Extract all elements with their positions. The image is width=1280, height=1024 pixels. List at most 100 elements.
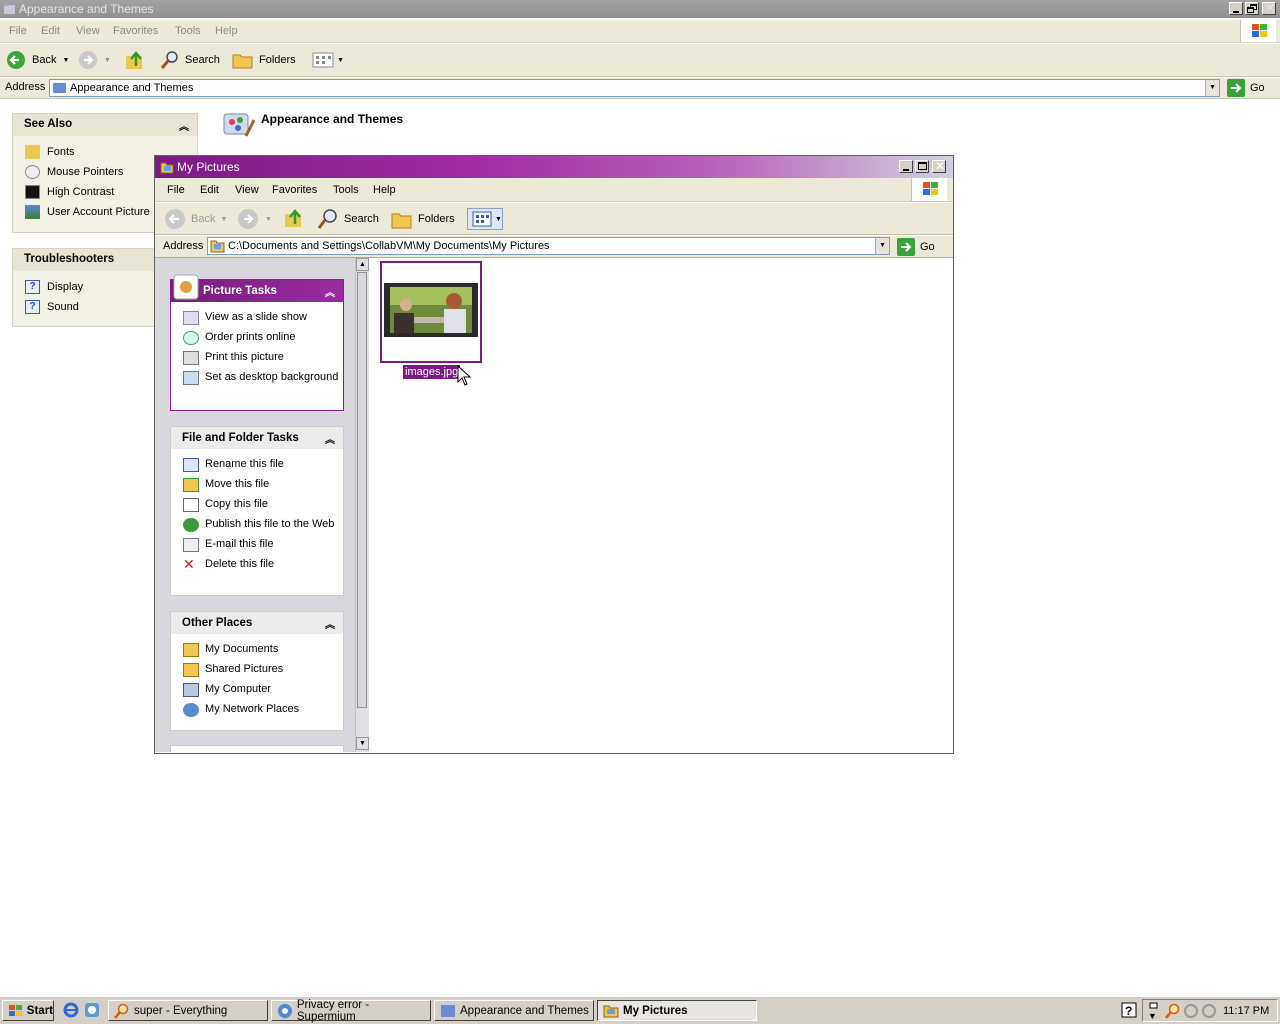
collapse-chevron-icon[interactable]: ︽ [179,118,189,133]
task-print-picture[interactable]: Print this picture [171,351,343,365]
task-view-slide-show[interactable]: View as a slide show [171,311,343,325]
minimize-button[interactable] [899,160,913,173]
task-rename-file[interactable]: Rename this file [171,458,343,472]
menu-help[interactable]: Help [215,25,238,37]
forward-button[interactable]: ▼ [237,208,272,230]
task-set-desktop-background[interactable]: Set as desktop background [171,371,343,385]
task-copy-file[interactable]: Copy this file [171,498,343,512]
menu-file[interactable]: File [9,25,27,37]
see-also-header[interactable]: See Also ︽ [13,114,197,136]
menu-tools[interactable]: Tools [333,184,359,196]
clock[interactable]: 11:17 PM [1223,1005,1269,1017]
system-tray: ▼ 11:17 PM [1142,999,1278,1022]
search-tray-icon[interactable] [1165,1003,1181,1019]
help-icon[interactable]: ? [1121,1002,1137,1018]
menu-help[interactable]: Help [373,184,396,196]
start-button[interactable]: Start [2,1000,54,1021]
search-button[interactable]: Search [317,208,379,230]
place-my-network-places[interactable]: My Network Places [171,703,343,717]
views-button[interactable]: ▼ [312,52,344,68]
scroll-thumb[interactable] [357,272,367,708]
address-dropdown-button[interactable]: ▼ [1205,80,1219,96]
close-button[interactable]: ✕ [932,159,946,173]
collapse-chevron-icon[interactable]: ︽ [325,431,335,446]
address-label: Address [5,81,46,93]
slideshow-icon [183,311,199,325]
place-my-documents[interactable]: My Documents [171,643,343,657]
task-order-prints-online[interactable]: Order prints online [171,331,343,345]
internet-explorer-icon[interactable] [63,1002,79,1018]
collapse-chevron-icon[interactable]: ︽ [325,284,335,299]
copy-icon [183,498,199,512]
go-button[interactable]: Go [897,238,935,256]
quick-launch-icon[interactable] [84,1002,100,1018]
security-tray-icon[interactable] [1183,1003,1199,1019]
taskbar-supermium[interactable]: Privacy error - Supermium [271,999,431,1023]
back-window-toolbar: Back ▼ ▼ Search Folders ▼ [0,44,1280,77]
menu-favorites[interactable]: Favorites [272,184,317,196]
folder-icon [4,3,15,14]
taskbar-everything[interactable]: super - Everything [108,1000,268,1021]
address-dropdown-button[interactable]: ▼ [875,238,889,254]
update-tray-icon[interactable] [1201,1003,1217,1019]
collapse-chevron-icon[interactable]: ︽ [325,616,335,631]
go-button[interactable]: Go [1227,79,1265,97]
menu-view[interactable]: View [76,25,100,37]
rename-icon [183,458,199,472]
maximize-button[interactable] [915,160,929,173]
my-pictures-folder-icon [160,162,174,174]
restore-button[interactable] [1245,2,1259,15]
task-publish-file-web[interactable]: Publish this file to the Web [171,518,343,532]
task-pane-scrollbar[interactable]: ▲ ▼ [355,258,369,752]
search-button[interactable]: Search [160,50,220,70]
place-shared-pictures[interactable]: Shared Pictures [171,663,343,677]
task-email-file[interactable]: E-mail this file [171,538,343,552]
menu-edit[interactable]: Edit [200,184,219,196]
mouse-cursor-icon [457,365,471,386]
up-folder-icon[interactable] [124,49,146,71]
folders-button[interactable]: Folders [232,50,296,70]
menu-tools[interactable]: Tools [175,25,201,37]
search-icon [317,209,337,229]
fonts-folder-icon [25,145,40,159]
my-pictures-titlebar[interactable]: My Pictures ✕ [155,156,953,178]
network-tray-icon[interactable]: ▼ [1147,1002,1159,1020]
task-move-file[interactable]: Move this file [171,478,343,492]
back-button[interactable]: Back ▼ [164,208,227,230]
my-pictures-menubar: File Edit View Favorites Tools Help [155,178,953,202]
order-prints-icon [183,331,199,345]
task-delete-file[interactable]: ✕ Delete this file [171,556,343,572]
address-input[interactable]: C:\Documents and Settings\CollabVM\My Do… [207,237,890,255]
details-panel [170,745,344,752]
desktop-icon [183,371,199,385]
file-folder-tasks-header[interactable]: File and Folder Tasks ︽ [171,427,343,449]
taskbar-appearance-themes[interactable]: Appearance and Themes [434,1000,594,1021]
other-places-panel: Other Places ︽ My Documents Shared Pictur… [170,611,344,731]
scroll-up-button[interactable]: ▲ [356,258,369,271]
scroll-down-button[interactable]: ▼ [356,737,369,750]
taskbar-my-pictures[interactable]: My Pictures [597,1000,757,1021]
category-heading: Appearance and Themes [261,112,404,126]
delete-icon: ✕ [183,556,195,572]
email-icon [183,538,199,552]
menu-edit[interactable]: Edit [41,25,60,37]
help-icon: ? [25,300,40,314]
minimize-button[interactable] [1229,2,1243,15]
close-button[interactable]: ✕ [1262,1,1276,15]
search-icon [160,51,178,69]
menu-view[interactable]: View [235,184,259,196]
folders-button[interactable]: Folders [391,208,455,230]
other-places-header[interactable]: Other Places ︽ [171,612,343,634]
menu-file[interactable]: File [167,184,185,196]
place-my-computer[interactable]: My Computer [171,683,343,697]
forward-button[interactable]: ▼ [78,50,111,70]
menu-favorites[interactable]: Favorites [113,25,158,37]
picture-tasks-header[interactable]: Picture Tasks ︽ [171,274,343,302]
back-button[interactable]: Back ▼ [6,50,69,70]
views-button[interactable]: ▼ [467,208,503,230]
file-thumbnail[interactable] [380,261,482,363]
address-input[interactable]: Appearance and Themes ▼ [49,79,1220,97]
file-name-label[interactable]: images.jpg [403,365,461,379]
up-folder-icon[interactable] [283,207,305,229]
back-window-titlebar[interactable]: Appearance and Themes ✕ [0,0,1280,18]
